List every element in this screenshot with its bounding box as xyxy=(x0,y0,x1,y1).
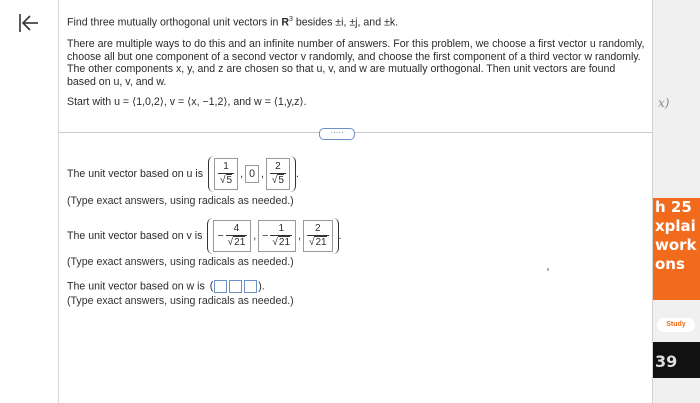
right-side-strip: x) h 25 xplai work ons Study 39 xyxy=(652,0,700,403)
answer-v-note: (Type exact answers, using radicals as n… xyxy=(67,256,294,268)
left-rail xyxy=(0,0,58,403)
section-divider xyxy=(59,132,653,133)
u-component-2-field[interactable]: 0 xyxy=(245,165,259,183)
question-start-vectors: Start with u = ⟨1,0,2⟩, v = ⟨x, −1,2⟩, a… xyxy=(67,96,307,108)
answer-v-row: The unit vector based on v is − 4 √21 , −… xyxy=(67,218,342,254)
stray-mark xyxy=(547,268,549,271)
answer-w-row: The unit vector based on w is (). xyxy=(67,280,265,293)
answer-u-row: The unit vector based on u is 1 √5 , 0, 2… xyxy=(67,156,299,192)
u-component-1-field[interactable]: 1 √5 xyxy=(214,158,239,190)
v-component-2-field[interactable]: − 1 √21 xyxy=(258,220,297,252)
expand-more-button[interactable]: ····· xyxy=(319,128,355,140)
answer-u-label: The unit vector based on u is xyxy=(67,168,204,180)
answer-w-note: (Type exact answers, using radicals as n… xyxy=(67,295,294,307)
u-component-3-field[interactable]: 2 √5 xyxy=(265,158,290,190)
answer-v-vector: − 4 √21 , − 1 √21 , 2 √21 xyxy=(207,218,339,254)
bottom-badge: 39 xyxy=(653,342,700,378)
w-component-1-input[interactable] xyxy=(214,280,228,293)
v-component-3-field[interactable]: 2 √21 xyxy=(302,220,333,252)
question-title: Find three mutually orthogonal unit vect… xyxy=(67,16,399,29)
w-component-2-input[interactable] xyxy=(229,280,243,293)
w-component-3-input[interactable] xyxy=(244,280,258,293)
answer-v-label: The unit vector based on v is xyxy=(67,230,203,242)
v-component-1-field[interactable]: − 4 √21 xyxy=(213,220,252,252)
answer-w-label: The unit vector based on w is xyxy=(67,280,205,293)
answer-u-note: (Type exact answers, using radicals as n… xyxy=(67,195,294,207)
strip-math-glyph: x) xyxy=(658,96,670,110)
back-arrow-icon[interactable] xyxy=(14,10,40,36)
study-badge[interactable]: Study xyxy=(657,318,695,332)
answer-u-vector: 1 √5 , 0, 2 √5 xyxy=(208,156,296,192)
promo-banner[interactable]: h 25 xplai work ons xyxy=(653,198,700,300)
question-panel: Find three mutually orthogonal unit vect… xyxy=(58,0,653,403)
question-instructions: There are multiple ways to do this and a… xyxy=(67,38,645,88)
